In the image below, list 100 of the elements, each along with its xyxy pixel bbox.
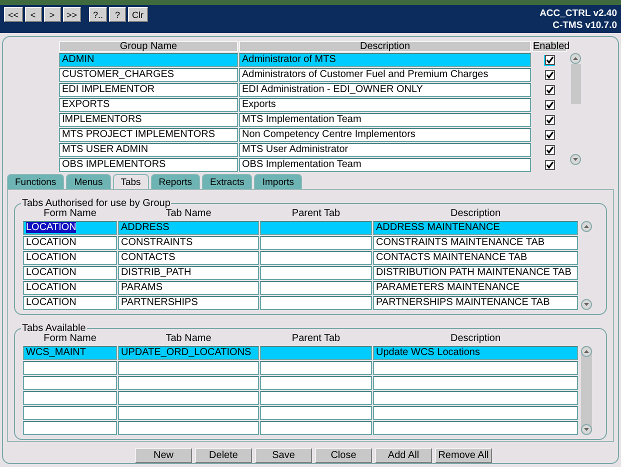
table-cell[interactable] — [23, 391, 117, 405]
table-cell[interactable] — [260, 406, 372, 420]
toolbar-button[interactable]: ? — [109, 7, 126, 22]
column-header: Form Name — [42, 209, 98, 220]
table-cell[interactable]: MTS Implementation Team — [239, 113, 531, 127]
table-cell[interactable] — [373, 361, 578, 375]
table-cell[interactable] — [260, 221, 372, 235]
check-icon — [544, 100, 554, 110]
table-cell[interactable]: WCS_MAINT — [23, 346, 117, 360]
scroll-down-icon[interactable] — [581, 299, 592, 310]
tab[interactable]: Extracts — [202, 174, 252, 189]
action-button[interactable]: Remove All — [435, 448, 492, 463]
column-header: Description — [449, 334, 502, 345]
table-cell[interactable]: Exports — [239, 98, 531, 112]
table-cell[interactable]: Non Competency Centre Implementors — [239, 128, 531, 142]
action-button[interactable]: Close — [315, 448, 372, 463]
table-cell[interactable]: CUSTOMER_CHARGES — [59, 68, 238, 82]
table-cell[interactable] — [260, 281, 372, 295]
table-cell[interactable]: IMPLEMENTORS — [59, 113, 238, 127]
table-cell[interactable]: Administrators of Customer Fuel and Premium Charges — [239, 68, 531, 82]
table-cell[interactable] — [118, 391, 259, 405]
table-cell[interactable] — [260, 421, 372, 435]
table-cell[interactable]: CONTACTS MAINTENANCE TAB — [373, 251, 578, 265]
table-cell[interactable]: ADDRESS MAINTENANCE — [373, 221, 578, 235]
table-cell[interactable] — [23, 421, 117, 435]
table-cell[interactable]: CONTACTS — [118, 251, 259, 265]
table-cell[interactable]: MTS User Administrator — [239, 143, 531, 157]
table-cell[interactable]: LOCATION — [23, 281, 117, 295]
toolbar-button[interactable]: >> — [62, 7, 82, 22]
scroll-down-icon[interactable] — [570, 154, 581, 165]
table-cell[interactable]: PARAMS — [118, 281, 259, 295]
toolbar-button[interactable]: > — [44, 7, 61, 22]
table-cell[interactable]: EDI IMPLEMENTOR — [59, 83, 238, 97]
table-cell[interactable]: OBS IMPLEMENTORS — [59, 158, 238, 172]
table-cell[interactable] — [260, 251, 372, 265]
table-cell[interactable]: PARTNERSHIPS MAINTENANCE TAB — [373, 296, 578, 310]
table-cell[interactable] — [23, 376, 117, 390]
table-cell[interactable]: EDI Administration - EDI_OWNER ONLY — [239, 83, 531, 97]
check-icon — [544, 85, 554, 95]
toolbar-button[interactable]: < — [24, 7, 42, 22]
table-cell[interactable]: LOCATION — [23, 266, 117, 280]
table-cell[interactable] — [260, 236, 372, 250]
check-icon — [544, 55, 554, 65]
product-version: C-TMS v10.7.0 — [552, 20, 617, 32]
table-cell[interactable]: LOCATION — [23, 296, 117, 310]
tab[interactable]: Menus — [66, 174, 111, 189]
tab[interactable]: Functions — [7, 174, 64, 189]
table-cell[interactable]: OBS Implementation Team — [239, 158, 531, 172]
action-button[interactable]: Add All — [375, 448, 432, 463]
table-cell[interactable]: Update WCS Locations — [373, 346, 578, 360]
table-cell[interactable]: CONSTRAINTS MAINTENANCE TAB — [373, 236, 578, 250]
table-cell[interactable]: PARAMETERS MAINTENANCE — [373, 281, 578, 295]
scroll-up-icon[interactable] — [570, 53, 581, 64]
table-cell[interactable] — [260, 376, 372, 390]
table-cell[interactable] — [260, 296, 372, 310]
table-cell[interactable]: Administrator of MTS — [239, 53, 531, 67]
table-cell[interactable] — [118, 406, 259, 420]
column-header: Description — [449, 209, 502, 220]
table-cell[interactable] — [260, 391, 372, 405]
action-button[interactable]: Save — [255, 448, 312, 463]
table-cell[interactable]: MTS PROJECT IMPLEMENTORS — [59, 128, 238, 142]
table-cell[interactable] — [373, 406, 578, 420]
table-cell[interactable]: CONSTRAINTS — [118, 236, 259, 250]
table-cell[interactable]: PARTNERSHIPS — [118, 296, 259, 310]
scroll-up-icon[interactable] — [581, 221, 592, 232]
table-cell[interactable] — [373, 391, 578, 405]
scroll-up-icon[interactable] — [581, 346, 592, 357]
tab[interactable]: Imports — [254, 174, 302, 189]
table-cell[interactable] — [118, 376, 259, 390]
toolbar-button[interactable]: ?.. — [89, 7, 108, 22]
table-cell[interactable]: DISTRIBUTION PATH MAINTENANCE TAB — [373, 266, 578, 280]
table-cell[interactable] — [23, 406, 117, 420]
action-button[interactable]: New — [135, 448, 192, 463]
table-cell[interactable] — [260, 266, 372, 280]
action-button[interactable]: Delete — [195, 448, 252, 463]
group-box-title: Tabs Authorised for use by Group — [21, 198, 170, 209]
tab[interactable]: Tabs — [112, 174, 149, 189]
tab[interactable]: Reports — [150, 174, 200, 189]
table-cell[interactable]: LOCATION — [23, 236, 117, 250]
table-cell[interactable]: ADDRESS — [118, 221, 259, 235]
table-cell[interactable]: EXPORTS — [59, 98, 238, 112]
table-cell[interactable] — [373, 376, 578, 390]
toolbar-button[interactable]: << — [4, 7, 23, 22]
table-cell[interactable] — [118, 361, 259, 375]
table-cell[interactable]: ADMIN — [59, 53, 238, 67]
scroll-down-icon[interactable] — [581, 424, 592, 435]
check-icon — [544, 70, 554, 80]
table-cell[interactable] — [373, 421, 578, 435]
toolbar-button[interactable]: Clr — [128, 7, 148, 22]
table-cell[interactable] — [260, 346, 372, 360]
table-cell[interactable] — [23, 361, 117, 375]
table-cell[interactable] — [118, 421, 259, 435]
check-icon — [544, 145, 554, 155]
table-cell[interactable]: LOCATION — [23, 251, 117, 265]
table-cell[interactable]: MTS USER ADMIN — [59, 143, 238, 157]
table-cell[interactable] — [260, 361, 372, 375]
table-cell[interactable]: DISTRIB_PATH — [118, 266, 259, 280]
table-cell[interactable]: UPDATE_ORD_LOCATIONS — [118, 346, 259, 360]
table-cell[interactable]: LOCATION — [23, 221, 117, 235]
column-header: Tab Name — [166, 209, 212, 220]
